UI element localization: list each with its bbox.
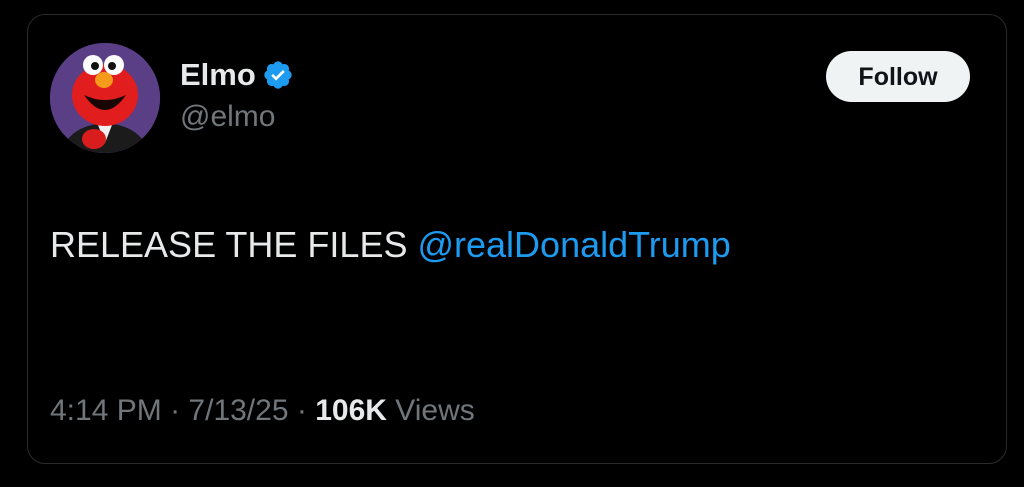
views-count[interactable]: 106K <box>315 394 387 427</box>
user-handle[interactable]: @elmo <box>180 97 294 137</box>
verified-badge-icon <box>262 59 294 91</box>
user-info: Elmo @elmo <box>180 55 294 137</box>
views-label: Views <box>395 394 475 427</box>
name-row: Elmo <box>180 55 294 95</box>
tweet-time[interactable]: 4:14 PM <box>50 394 162 427</box>
mention-link[interactable]: @realDonaldTrump <box>417 224 730 265</box>
display-name[interactable]: Elmo <box>180 55 256 95</box>
meta-separator: · <box>170 394 181 427</box>
meta-separator: · <box>296 394 307 427</box>
tweet-date[interactable]: 7/13/25 <box>188 394 288 427</box>
tweet-card: Elmo @elmo Follow RELEASE THE FILES @rea… <box>27 14 1007 464</box>
tweet-text: RELEASE THE FILES @realDonaldTrump <box>50 220 731 270</box>
tweet-body: RELEASE THE FILES <box>50 224 408 265</box>
tweet-meta: 4:14 PM · 7/13/25 · 106K Views <box>50 391 475 431</box>
avatar[interactable] <box>50 43 160 153</box>
follow-button[interactable]: Follow <box>826 51 970 102</box>
elmo-avatar-icon <box>50 43 160 153</box>
